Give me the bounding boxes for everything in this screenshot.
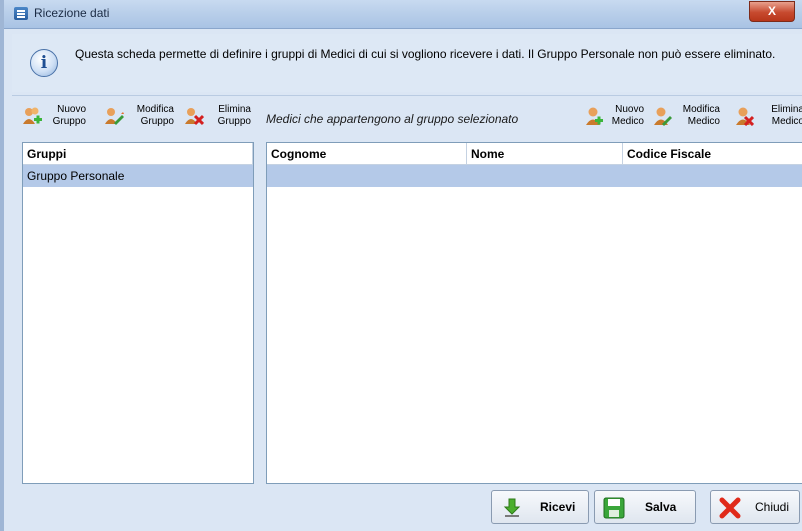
save-label: Salva [645,500,677,514]
save-disk-icon [603,497,625,519]
column-header-nome[interactable]: Nome [467,143,623,165]
delete-doctor-label-1: Elimina [771,104,802,115]
edit-doctor-label-1: Modifica [682,104,720,115]
title-bar[interactable]: Ricezione dati X [4,0,802,29]
delete-group-label-2: Gruppo [217,116,251,127]
close-label: Chiudi [755,500,790,514]
dialog-window: Ricezione dati X i Questa scheda permett… [0,0,802,531]
info-text: Questa scheda permette di definire i gru… [75,47,776,61]
table-row[interactable] [267,165,802,187]
new-doctor-button[interactable]: Nuovo Medico [584,100,650,140]
groups-toolbar: Nuovo Gruppo Modifica Gruppo Elimina Gru… [22,100,258,140]
doctors-toolbar: Nuovo Medico Modifica Medico Elimina Med… [584,100,802,140]
window-title: Ricezione dati [34,6,110,20]
close-x-icon [719,497,741,519]
delete-group-button[interactable]: Elimina Gruppo [184,100,258,140]
edit-doctor-button[interactable]: Modifica Medico [652,100,728,140]
column-header-cognome[interactable]: Cognome [267,143,467,165]
save-button[interactable]: Salva [594,490,696,524]
divider [12,95,802,96]
close-button[interactable]: Chiudi [710,490,800,524]
download-icon [503,498,521,517]
edit-doctor-label-2: Medico [687,116,720,127]
receive-label: Ricevi [540,500,576,514]
delete-doctor-label-2: Medico [771,116,802,127]
new-doctor-label-1: Nuovo [615,104,644,115]
new-doctor-label-2: Medico [611,116,644,127]
app-icon [14,7,28,20]
delete-group-icon [185,108,204,126]
new-group-button[interactable]: Nuovo Gruppo [22,100,96,140]
add-doctor-icon [586,107,603,125]
edit-group-label-2: Gruppo [140,116,174,127]
info-icon: i [30,49,58,77]
close-window-button[interactable]: X [749,1,795,22]
groups-column-header[interactable]: Gruppi [23,143,253,165]
edit-doctor-icon [654,107,672,126]
info-banner: i Questa scheda permette di definire i g… [12,34,802,92]
add-group-icon [23,107,42,124]
edit-group-icon [105,108,124,125]
doctors-table[interactable]: Cognome Nome Codice Fiscale [266,142,802,484]
column-header-codice-fiscale[interactable]: Codice Fiscale [623,143,802,165]
delete-doctor-icon [736,107,754,126]
receive-button[interactable]: Ricevi [491,490,589,524]
doctors-header: Medici che appartengono al gruppo selezi… [266,112,519,126]
edit-group-button[interactable]: Modifica Gruppo [104,100,182,140]
list-item[interactable]: Gruppo Personale [23,165,253,187]
edit-group-label-1: Modifica [136,104,174,115]
new-group-label-1: Nuovo [57,104,86,115]
groups-list[interactable]: Gruppi Gruppo Personale [22,142,254,484]
new-group-label-2: Gruppo [52,116,86,127]
delete-group-label-1: Elimina [218,104,251,115]
delete-doctor-button[interactable]: Elimina Medico [734,100,802,140]
